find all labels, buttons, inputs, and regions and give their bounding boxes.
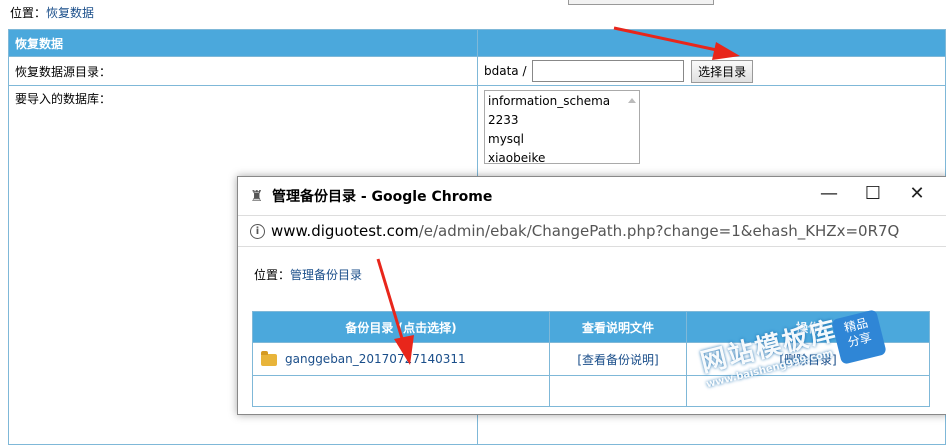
app-icon: ♜ — [250, 187, 264, 205]
restore-header: 恢复数据 — [8, 29, 478, 57]
path-input[interactable] — [532, 60, 685, 82]
popup-breadcrumb-link[interactable]: 管理备份目录 — [290, 268, 362, 282]
popup-breadcrumb: 位置：管理备份目录 — [254, 266, 362, 283]
arrow-to-select-button — [613, 26, 740, 60]
view-readme-link[interactable]: [查看备份说明] — [577, 353, 658, 367]
minimize-icon[interactable]: — — [807, 183, 851, 204]
maximize-icon[interactable]: ☐ — [851, 183, 895, 204]
table-row-empty — [252, 375, 930, 407]
path-prefix: bdata / — [484, 63, 527, 78]
breadcrumb-link[interactable]: 恢复数据 — [46, 6, 94, 20]
popup-title: 管理备份目录 - Google Chrome — [272, 189, 493, 205]
close-icon[interactable]: ✕ — [895, 183, 939, 204]
select-dir-button[interactable]: 选择目录 — [691, 59, 754, 83]
arrow-to-folder — [376, 258, 414, 365]
source-dir-label: 恢复数据源目录： — [8, 56, 478, 86]
chrome-popup-window: ♜ 管理备份目录 - Google Chrome — ☐ ✕ i www.dig… — [237, 176, 946, 415]
db-option[interactable]: 2233 — [488, 111, 636, 130]
database-listbox[interactable]: information_schema 2233 mysql xiaobeike — [484, 90, 640, 164]
db-option[interactable]: mysql — [488, 130, 636, 149]
db-option[interactable]: information_schema — [488, 92, 636, 111]
info-icon[interactable]: i — [250, 223, 265, 239]
popup-breadcrumb-prefix: 位置： — [254, 268, 291, 282]
view-cell: [查看备份说明] — [549, 342, 687, 376]
url-path: /e/admin/ebak/ChangePath.php?change=1&eh… — [418, 222, 900, 240]
address-bar[interactable]: i www.diguotest.com/e/admin/ebak/ChangeP… — [238, 215, 946, 247]
scroll-up-icon[interactable] — [628, 98, 636, 103]
partial-top-button — [568, 0, 714, 5]
db-option[interactable]: xiaobeike — [488, 149, 636, 163]
folder-icon — [261, 350, 277, 366]
url-host: www.diguotest.com — [271, 222, 419, 240]
breadcrumb-prefix: 位置： — [10, 6, 47, 20]
breadcrumb: 位置：恢复数据 — [10, 4, 94, 21]
col-header-view: 查看说明文件 — [549, 311, 687, 343]
popup-titlebar: ♜ 管理备份目录 - Google Chrome — ☐ ✕ — [238, 177, 946, 215]
